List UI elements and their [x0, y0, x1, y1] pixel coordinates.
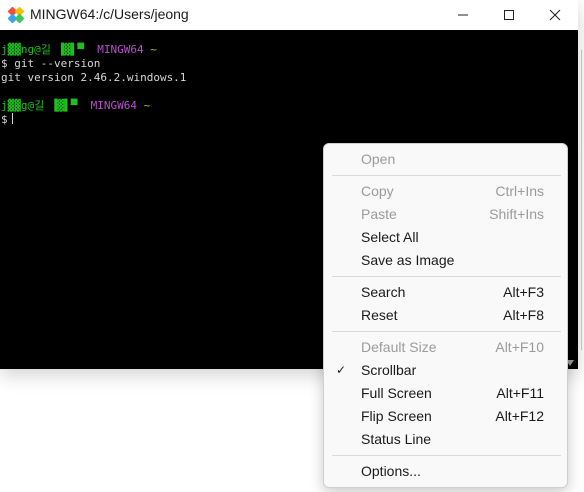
- prompt-line: j▓▓ng@길 ▐▓▌▀ MINGW64 ~: [1, 43, 578, 57]
- maximize-button[interactable]: [486, 0, 532, 30]
- menu-item-options[interactable]: Options...: [324, 460, 567, 483]
- menu-separator: [332, 331, 561, 332]
- minimize-button[interactable]: [440, 0, 486, 30]
- close-button[interactable]: [532, 0, 578, 30]
- menu-item-reset[interactable]: Reset Alt+F8: [324, 304, 567, 327]
- git-logo-icon: [7, 6, 25, 24]
- menu-item-copy[interactable]: Copy Ctrl+Ins: [324, 180, 567, 203]
- prompt-env: MINGW64: [97, 43, 144, 56]
- command-line: $ git --version: [1, 57, 101, 70]
- menu-item-label: Select All: [361, 229, 419, 245]
- menu-item-shortcut: Alt+F8: [503, 307, 544, 323]
- minimize-icon: [458, 14, 468, 16]
- menu-item-scrollbar[interactable]: ✓ Scrollbar: [324, 359, 567, 382]
- output-line: git version 2.46.2.windows.1: [1, 71, 187, 84]
- menu-separator: [332, 455, 561, 456]
- menu-item-select-all[interactable]: Select All: [324, 226, 567, 249]
- menu-item-full-screen[interactable]: Full Screen Alt+F11: [324, 382, 567, 405]
- prompt-path: ~: [143, 99, 151, 112]
- menu-item-flip-screen[interactable]: Flip Screen Alt+F12: [324, 405, 567, 428]
- menu-item-shortcut: Alt+F12: [495, 408, 544, 424]
- window-title: MINGW64:/c/Users/jeong: [30, 6, 189, 22]
- menu-item-status-line[interactable]: Status Line: [324, 428, 567, 451]
- menu-item-open[interactable]: Open: [324, 148, 567, 171]
- menu-item-label: Default Size: [361, 339, 437, 355]
- checkmark-icon: ✓: [336, 363, 347, 377]
- maximize-icon: [504, 10, 514, 20]
- prompt-path: ~: [150, 43, 157, 56]
- prompt-symbol: $: [1, 113, 8, 126]
- menu-item-label: Options...: [361, 463, 421, 479]
- menu-item-label: Flip Screen: [361, 408, 432, 424]
- menu-item-save-as-image[interactable]: Save as Image: [324, 249, 567, 272]
- menu-item-shortcut: Alt+F10: [495, 339, 544, 355]
- title-bar[interactable]: MINGW64:/c/Users/jeong: [0, 0, 578, 30]
- menu-item-label: Scrollbar: [361, 362, 417, 378]
- text-cursor: [11, 113, 13, 124]
- input-line[interactable]: $: [1, 113, 578, 127]
- menu-item-shortcut: Alt+F3: [503, 284, 544, 300]
- menu-item-label: Open: [361, 151, 396, 167]
- menu-item-default-size[interactable]: Default Size Alt+F10: [324, 336, 567, 359]
- prompt-user: j▓▓g@길 ▐▓▌▀: [1, 99, 78, 112]
- menu-item-label: Paste: [361, 206, 397, 222]
- menu-separator: [332, 276, 561, 277]
- context-menu: Open Copy Ctrl+Ins Paste Shift+Ins Selec…: [323, 143, 568, 488]
- prompt-env: MINGW64: [90, 99, 137, 112]
- menu-item-search[interactable]: Search Alt+F3: [324, 281, 567, 304]
- menu-item-label: Reset: [361, 307, 398, 323]
- menu-item-label: Copy: [361, 183, 394, 199]
- menu-item-label: Status Line: [361, 431, 432, 447]
- menu-item-label: Full Screen: [361, 385, 432, 401]
- close-icon: [549, 9, 561, 21]
- menu-item-label: Save as Image: [361, 252, 455, 268]
- menu-item-paste[interactable]: Paste Shift+Ins: [324, 203, 567, 226]
- prompt-line: j▓▓g@길 ▐▓▌▀ MINGW64 ~: [1, 99, 578, 113]
- menu-item-label: Search: [361, 284, 406, 300]
- menu-separator: [332, 175, 561, 176]
- menu-item-shortcut: Ctrl+Ins: [495, 183, 544, 199]
- menu-item-shortcut: Alt+F11: [496, 385, 544, 401]
- background-divider: [581, 50, 582, 350]
- menu-item-shortcut: Shift+Ins: [489, 206, 544, 222]
- prompt-user: j▓▓ng@길 ▐▓▌▀: [1, 43, 84, 56]
